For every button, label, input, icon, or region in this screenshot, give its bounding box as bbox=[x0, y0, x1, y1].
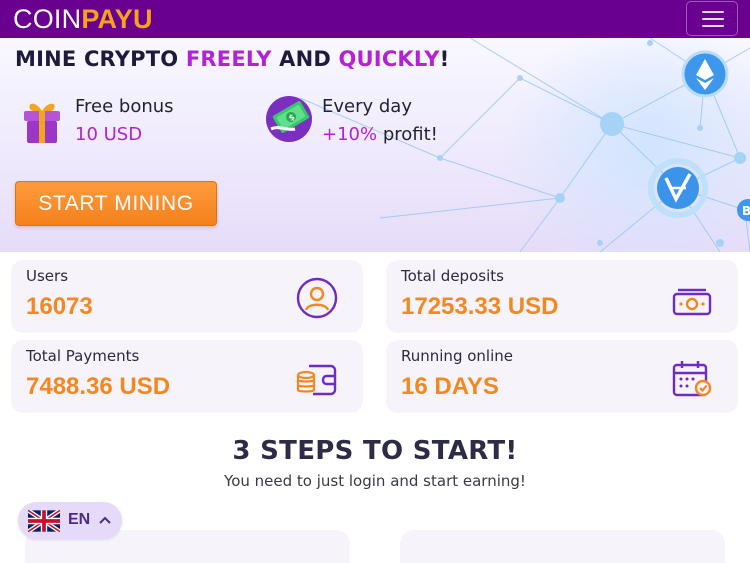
hero-title-highlight-quickly: QUICKLY bbox=[338, 47, 440, 71]
money-icon: $ bbox=[266, 96, 312, 142]
stat-value: 16073 bbox=[26, 293, 93, 320]
svg-text:B: B bbox=[742, 204, 750, 218]
stat-label: Total deposits bbox=[401, 267, 504, 285]
vechain-icon bbox=[648, 158, 708, 218]
calendar-check-icon bbox=[672, 361, 712, 397]
free-bonus-label: Free bonus bbox=[75, 96, 174, 117]
page: COINPAYU B MINE CRYPTO FREELY AND QUICKL… bbox=[0, 0, 750, 563]
free-bonus-value: 10 USD bbox=[75, 124, 143, 145]
hamburger-icon-bar bbox=[702, 25, 724, 27]
logo-text-coin: COIN bbox=[13, 4, 82, 34]
site-logo[interactable]: COINPAYU bbox=[13, 4, 153, 34]
stat-label: Running online bbox=[401, 347, 513, 365]
gift-icon bbox=[24, 103, 60, 143]
language-selector[interactable]: EN bbox=[18, 502, 122, 539]
steps-title: 3 STEPS TO START! bbox=[232, 436, 518, 466]
profit-text: profit! bbox=[377, 124, 438, 145]
hamburger-icon bbox=[702, 11, 724, 13]
stat-label: Users bbox=[26, 267, 69, 285]
stat-value: 7488.36 USD bbox=[26, 373, 171, 400]
hero-title: MINE CRYPTO FREELY AND QUICKLY! bbox=[15, 47, 449, 71]
stat-card-running-online: Running online 16 DAYS bbox=[386, 340, 738, 413]
start-mining-button[interactable]: START MINING bbox=[15, 181, 217, 226]
steps-subtitle: You need to just login and start earning… bbox=[224, 472, 526, 490]
every-day-label: Every day bbox=[322, 96, 412, 117]
wallet-icon bbox=[296, 364, 337, 396]
chevron-up-icon bbox=[99, 516, 111, 524]
language-code: EN bbox=[68, 511, 91, 528]
hero-title-part1: MINE CRYPTO bbox=[15, 47, 186, 71]
profit-value: +10% profit! bbox=[322, 124, 438, 145]
ethereum-icon bbox=[681, 50, 729, 98]
hero-banner: B MINE CRYPTO FREELY AND QUICKLY! Free b… bbox=[0, 38, 750, 252]
stat-label: Total Payments bbox=[26, 347, 140, 365]
hamburger-menu-button[interactable] bbox=[686, 1, 738, 36]
hamburger-icon-bar bbox=[702, 18, 724, 20]
hero-title-highlight-freely: FREELY bbox=[185, 47, 272, 71]
profit-percent: +10% bbox=[322, 124, 378, 145]
hero-title-part3: ! bbox=[439, 47, 450, 71]
stat-card-total-payments: Total Payments 7488.36 USD bbox=[11, 340, 363, 413]
hero-title-part2: AND bbox=[271, 47, 339, 71]
user-icon bbox=[296, 277, 338, 319]
stat-value: 16 DAYS bbox=[401, 373, 499, 400]
logo-text-payu: PAYU bbox=[81, 4, 153, 34]
stat-card-users: Users 16073 bbox=[11, 260, 363, 333]
stat-value: 17253.33 USD bbox=[401, 293, 559, 320]
cash-icon bbox=[672, 288, 712, 316]
step-card bbox=[400, 530, 725, 563]
stat-card-total-deposits: Total deposits 17253.33 USD bbox=[386, 260, 738, 333]
uk-flag-icon bbox=[28, 510, 60, 532]
top-navbar: COINPAYU bbox=[0, 0, 750, 38]
